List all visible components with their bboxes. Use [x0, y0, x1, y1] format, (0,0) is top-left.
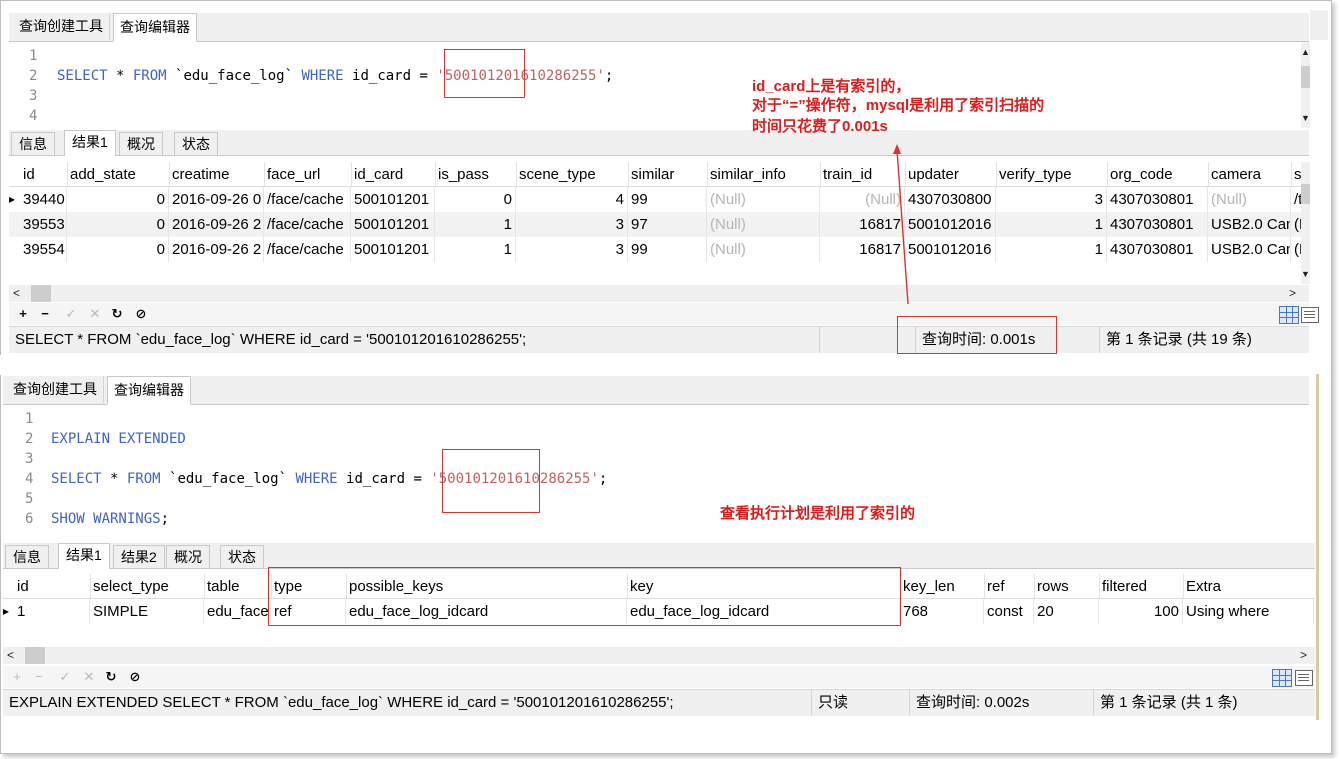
annotation-note-line: id_card上是有索引的， — [752, 78, 911, 95]
annotation-note-explain: 查看执行计划是利用了索引的 — [720, 505, 916, 522]
annotation-arrow — [896, 149, 909, 305]
arrow-head-icon — [893, 144, 901, 154]
annotation-note-line: 对于“=”操作符，mysql是利用了索引扫描的 — [752, 97, 1045, 114]
annotation-note-line: 时间只花费了0.001s — [752, 118, 888, 135]
annotation-arrow-layer — [893, 144, 909, 305]
